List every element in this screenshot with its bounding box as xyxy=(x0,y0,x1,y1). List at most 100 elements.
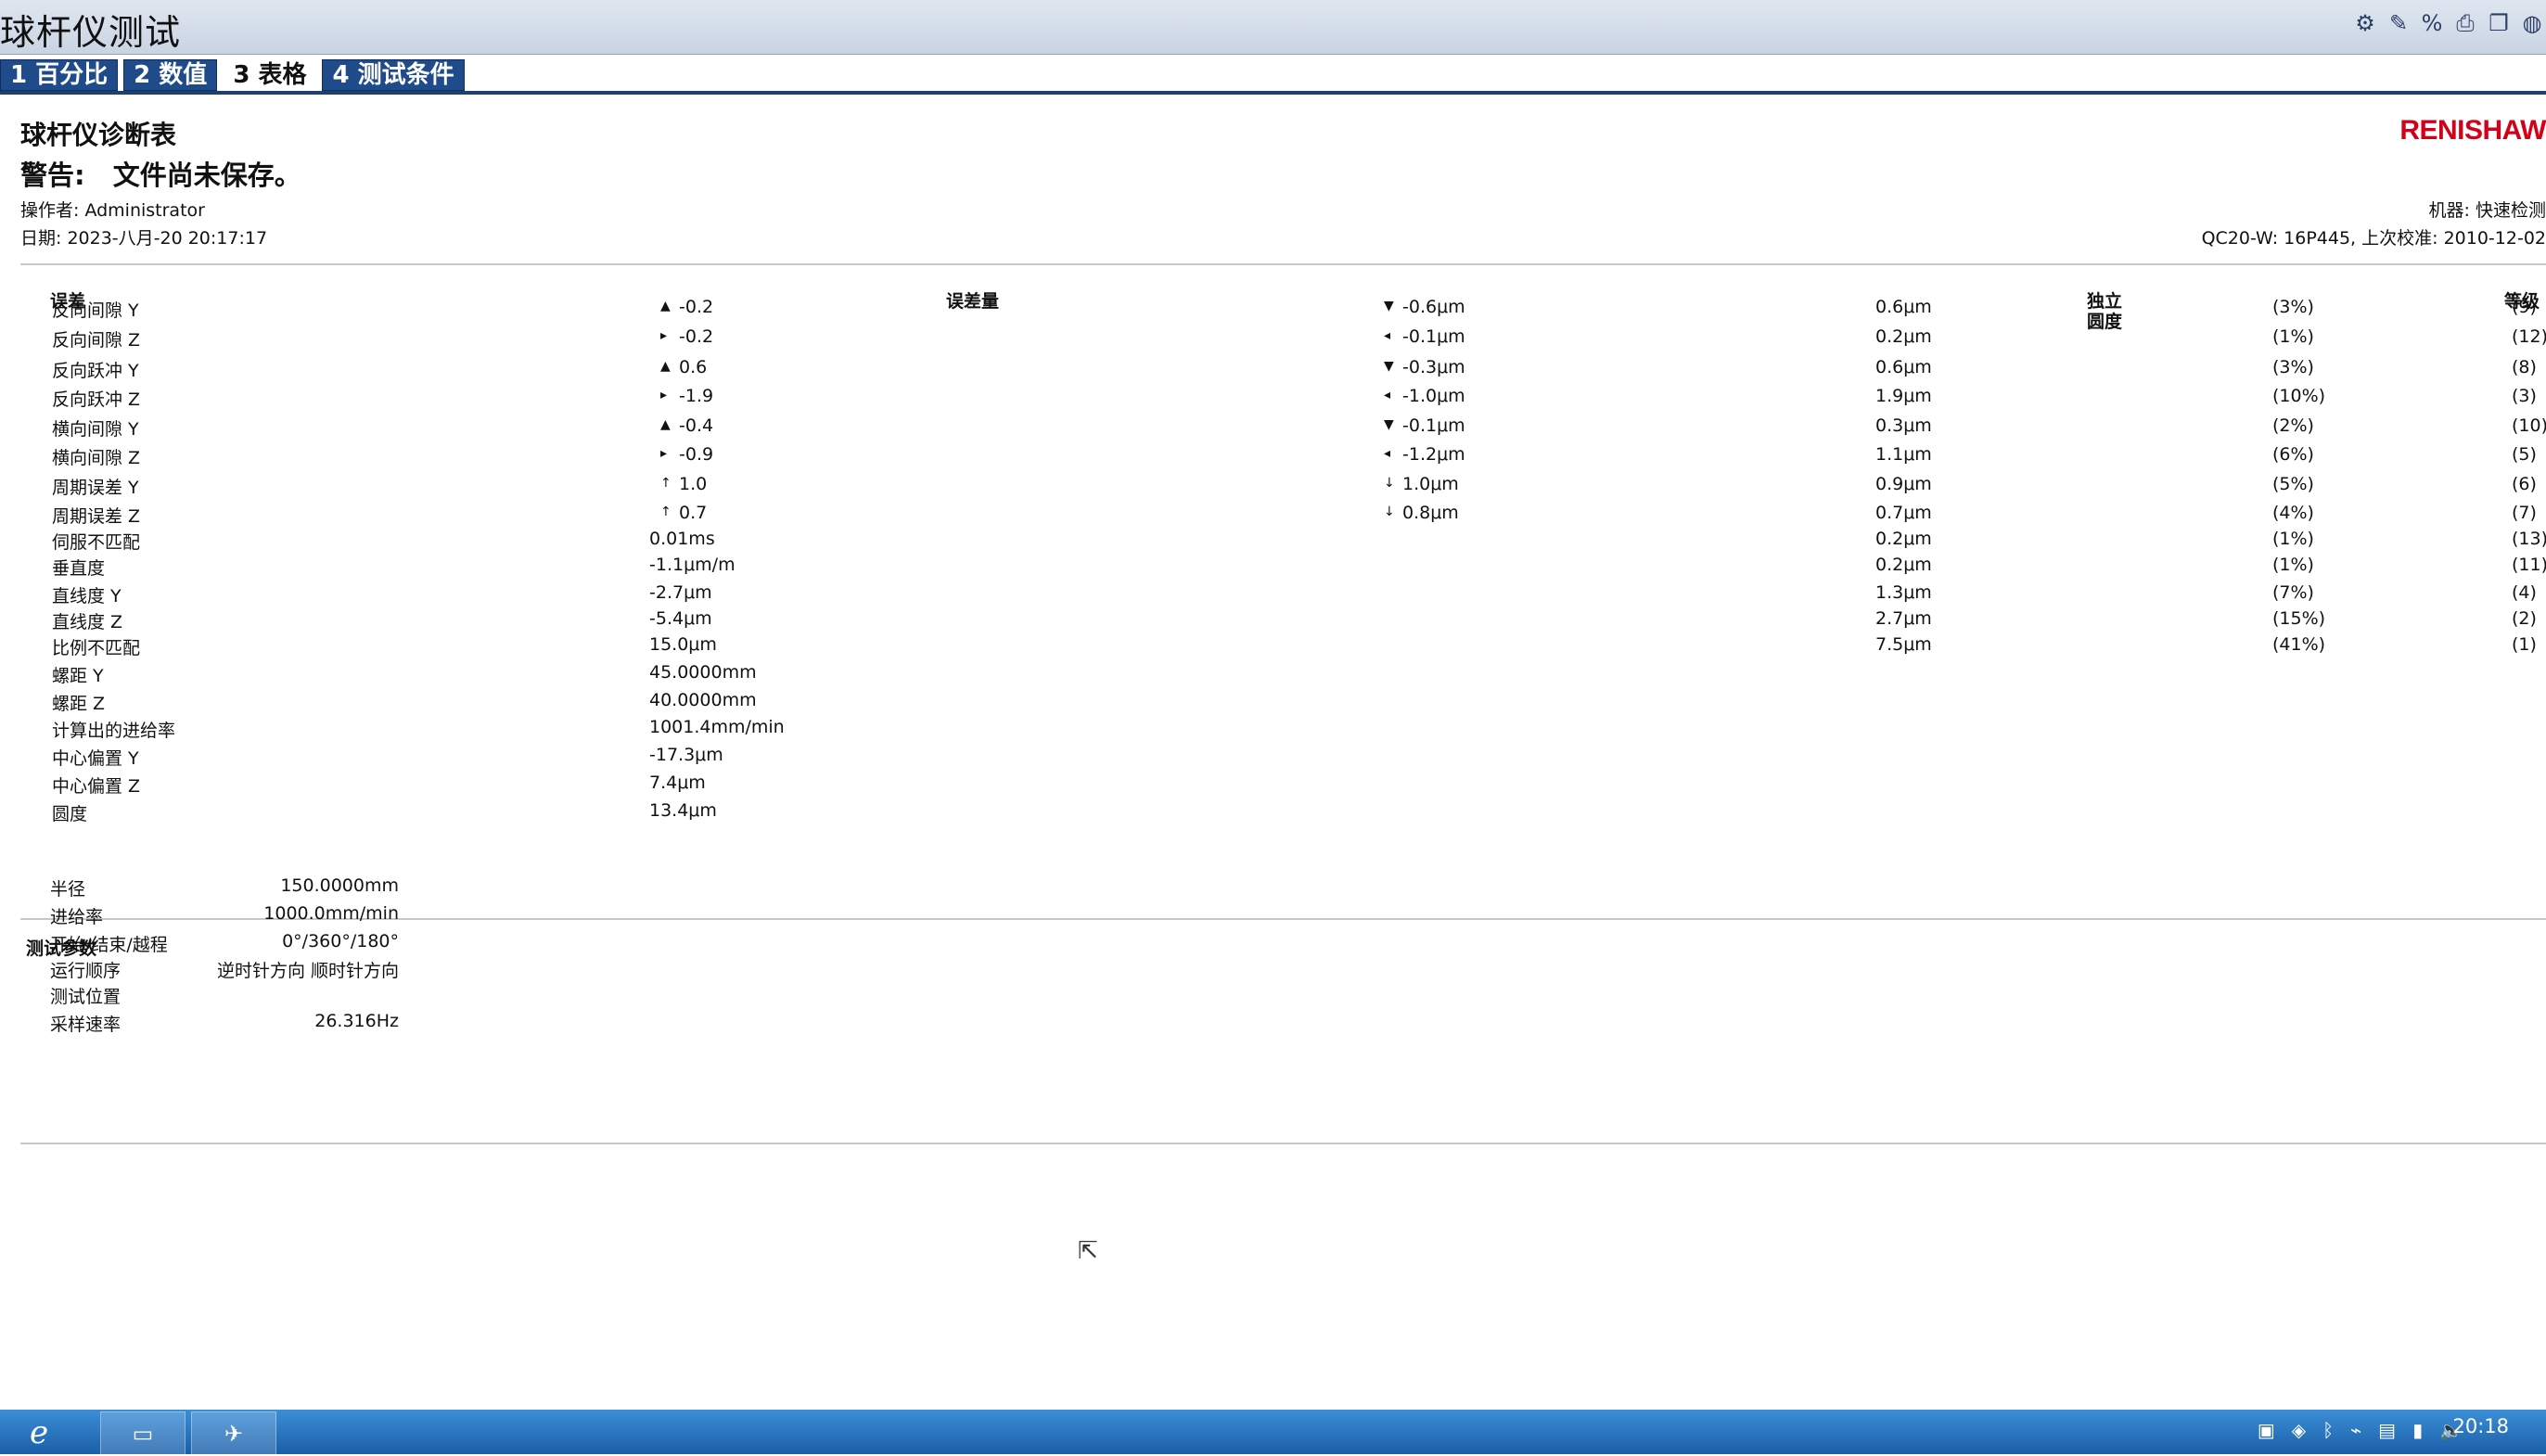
tab-values[interactable]: 2 数值 xyxy=(123,59,218,91)
value1-cell: 0.6 xyxy=(679,356,708,377)
explorer-task[interactable]: ▭ xyxy=(100,1411,186,1456)
divider xyxy=(20,263,2546,265)
value1-cell: -1.9 xyxy=(679,386,714,407)
independent-cell: 7.5μm xyxy=(1875,634,1932,655)
independent-cell: 0.2μm xyxy=(1875,555,1932,576)
tab-percent[interactable]: 1 百分比 xyxy=(0,59,119,91)
ballbar-task[interactable]: ✈ xyxy=(191,1411,276,1456)
value1-cell: 1001.4mm/min xyxy=(649,717,785,738)
value1-cell: 1.0 xyxy=(679,473,708,494)
value1-cell: -17.3μm xyxy=(649,745,723,765)
independent-cell: 0.6μm xyxy=(1875,356,1932,377)
value1-cell: -1.1μm/m xyxy=(649,555,736,576)
rank-cell: (7) xyxy=(2512,503,2537,524)
param-value: 26.316Hz xyxy=(314,1011,399,1031)
value1-arrow-icon: ▸ xyxy=(660,446,668,462)
value1-arrow-icon: ▸ xyxy=(660,388,668,403)
value1-cell: 45.0000mm xyxy=(649,661,757,683)
value2-cell: -0.1μm xyxy=(1402,326,1465,347)
value1-cell: 13.4μm xyxy=(649,799,717,821)
rank-cell: (1) xyxy=(2512,634,2537,655)
independent-cell: 0.7μm xyxy=(1875,503,1932,524)
percent-cell: (3%) xyxy=(2272,356,2314,377)
display-icon[interactable]: ▤ xyxy=(2378,1419,2396,1441)
row-name: 直线度 Z xyxy=(52,612,123,632)
param-value: 1000.0mm/min xyxy=(263,903,399,924)
value2-arrow-icon: ▼ xyxy=(1384,299,1394,313)
value1-arrow-icon: ↑ xyxy=(660,475,672,491)
percent-cell: (3%) xyxy=(2272,297,2314,317)
divider xyxy=(20,1143,2546,1144)
row-name: 螺距 Y xyxy=(52,665,104,686)
percent-cell: (7%) xyxy=(2272,582,2314,603)
value1-arrow-icon: ▲ xyxy=(660,416,671,432)
col-header-magnitude: 误差量 xyxy=(946,291,1000,312)
param-value: 逆时针方向 顺时针方向 xyxy=(216,961,399,981)
value2-arrow-icon: ◂ xyxy=(1384,388,1391,403)
row-name: 横向间隙 Y xyxy=(52,418,139,440)
row-name: 比例不匹配 xyxy=(52,638,141,658)
percent-cell: (1%) xyxy=(2272,555,2314,576)
row-name: 中心偏置 Y xyxy=(52,748,139,769)
value1-cell: -0.9 xyxy=(679,444,714,466)
app-title: 球杆仪测试 xyxy=(0,12,182,53)
value2-cell: -0.6μm xyxy=(1402,297,1465,317)
shield-icon[interactable]: ◈ xyxy=(2292,1419,2306,1441)
row-name: 伺服不匹配 xyxy=(52,532,141,554)
value2-cell: -1.2μm xyxy=(1402,444,1465,466)
warning-text: 文件尚未保存。 xyxy=(112,160,301,191)
value1-arrow-icon: ▸ xyxy=(660,327,668,343)
independent-cell: 0.6μm xyxy=(1875,297,1932,317)
rank-cell: (2) xyxy=(2512,608,2537,629)
device-info: QC20-W: 16P445, 上次校准: 2010-12-02 xyxy=(2201,228,2546,249)
date-info: 日期: 2023-八月-20 20:17:17 xyxy=(20,228,268,249)
taskbar: ℯ ▭ ✈ ▣ ◈ ᛒ ⌁ ▤ ▮ 🔈 20:18 xyxy=(0,1410,2546,1456)
taskbar-clock[interactable]: 20:18 xyxy=(2452,1415,2509,1437)
value2-arrow-icon: ▼ xyxy=(1384,358,1394,374)
tab-table[interactable]: 3 表格 xyxy=(223,59,317,91)
ie-icon[interactable]: ℯ xyxy=(11,1411,67,1454)
row-name: 周期误差 Y xyxy=(52,477,139,498)
percent-cell: (15%) xyxy=(2272,608,2326,629)
percent-cell: (6%) xyxy=(2272,444,2314,466)
copy-icon[interactable]: ❐ xyxy=(2485,9,2513,37)
rank-cell: (13) xyxy=(2512,529,2546,550)
param-value: 150.0000mm xyxy=(280,875,399,896)
row-name: 反向跃冲 Z xyxy=(52,390,141,411)
tab-test-conditions[interactable]: 4 测试条件 xyxy=(322,59,465,91)
rank-cell: (11) xyxy=(2512,555,2546,576)
value1-cell: -2.7μm xyxy=(649,582,712,603)
folder-icon[interactable]: ▣ xyxy=(2258,1419,2275,1441)
independent-cell: 0.2μm xyxy=(1875,529,1932,550)
percent-icon[interactable]: % xyxy=(2418,9,2446,37)
print-icon[interactable]: ⎙ xyxy=(2451,9,2479,37)
system-tray: ▣ ◈ ᛒ ⌁ ▤ ▮ 🔈 xyxy=(2258,1419,2463,1441)
independent-cell: 1.1μm xyxy=(1875,444,1932,466)
network-icon[interactable]: ⌁ xyxy=(2350,1419,2361,1441)
renishaw-logo: RENISHAW xyxy=(2399,115,2546,146)
globe-icon[interactable]: ◍ xyxy=(2518,9,2546,37)
divider xyxy=(20,918,2546,920)
param-label: 进给率 xyxy=(50,907,104,927)
value2-arrow-icon: ▼ xyxy=(1384,416,1394,432)
independent-cell: 2.7μm xyxy=(1875,608,1932,629)
settings-icon[interactable]: ⚙ xyxy=(2351,9,2379,37)
param-value: 0°/360°/180° xyxy=(282,931,399,952)
independent-cell: 1.3μm xyxy=(1875,582,1932,603)
battery-icon[interactable]: ▮ xyxy=(2412,1419,2423,1441)
col-header-roundness: 圆度 xyxy=(2087,312,2123,332)
percent-cell: (41%) xyxy=(2272,634,2326,655)
param-label: 运行顺序 xyxy=(50,961,122,981)
bluetooth-icon[interactable]: ᛒ xyxy=(2322,1419,2334,1441)
value1-arrow-icon: ▲ xyxy=(660,358,671,374)
rank-cell: (9) xyxy=(2512,297,2537,317)
row-name: 横向间隙 Z xyxy=(52,448,141,469)
percent-cell: (2%) xyxy=(2272,415,2314,436)
mouse-cursor: ⇱ xyxy=(1078,1237,1098,1265)
value1-cell: -5.4μm xyxy=(649,608,712,629)
value2-arrow-icon: ◂ xyxy=(1384,327,1391,343)
percent-cell: (5%) xyxy=(2272,473,2314,494)
pen-icon[interactable]: ✎ xyxy=(2385,9,2412,37)
machine-info: 机器: 快速检测 xyxy=(2428,200,2546,221)
value1-arrow-icon: ↑ xyxy=(660,504,672,520)
